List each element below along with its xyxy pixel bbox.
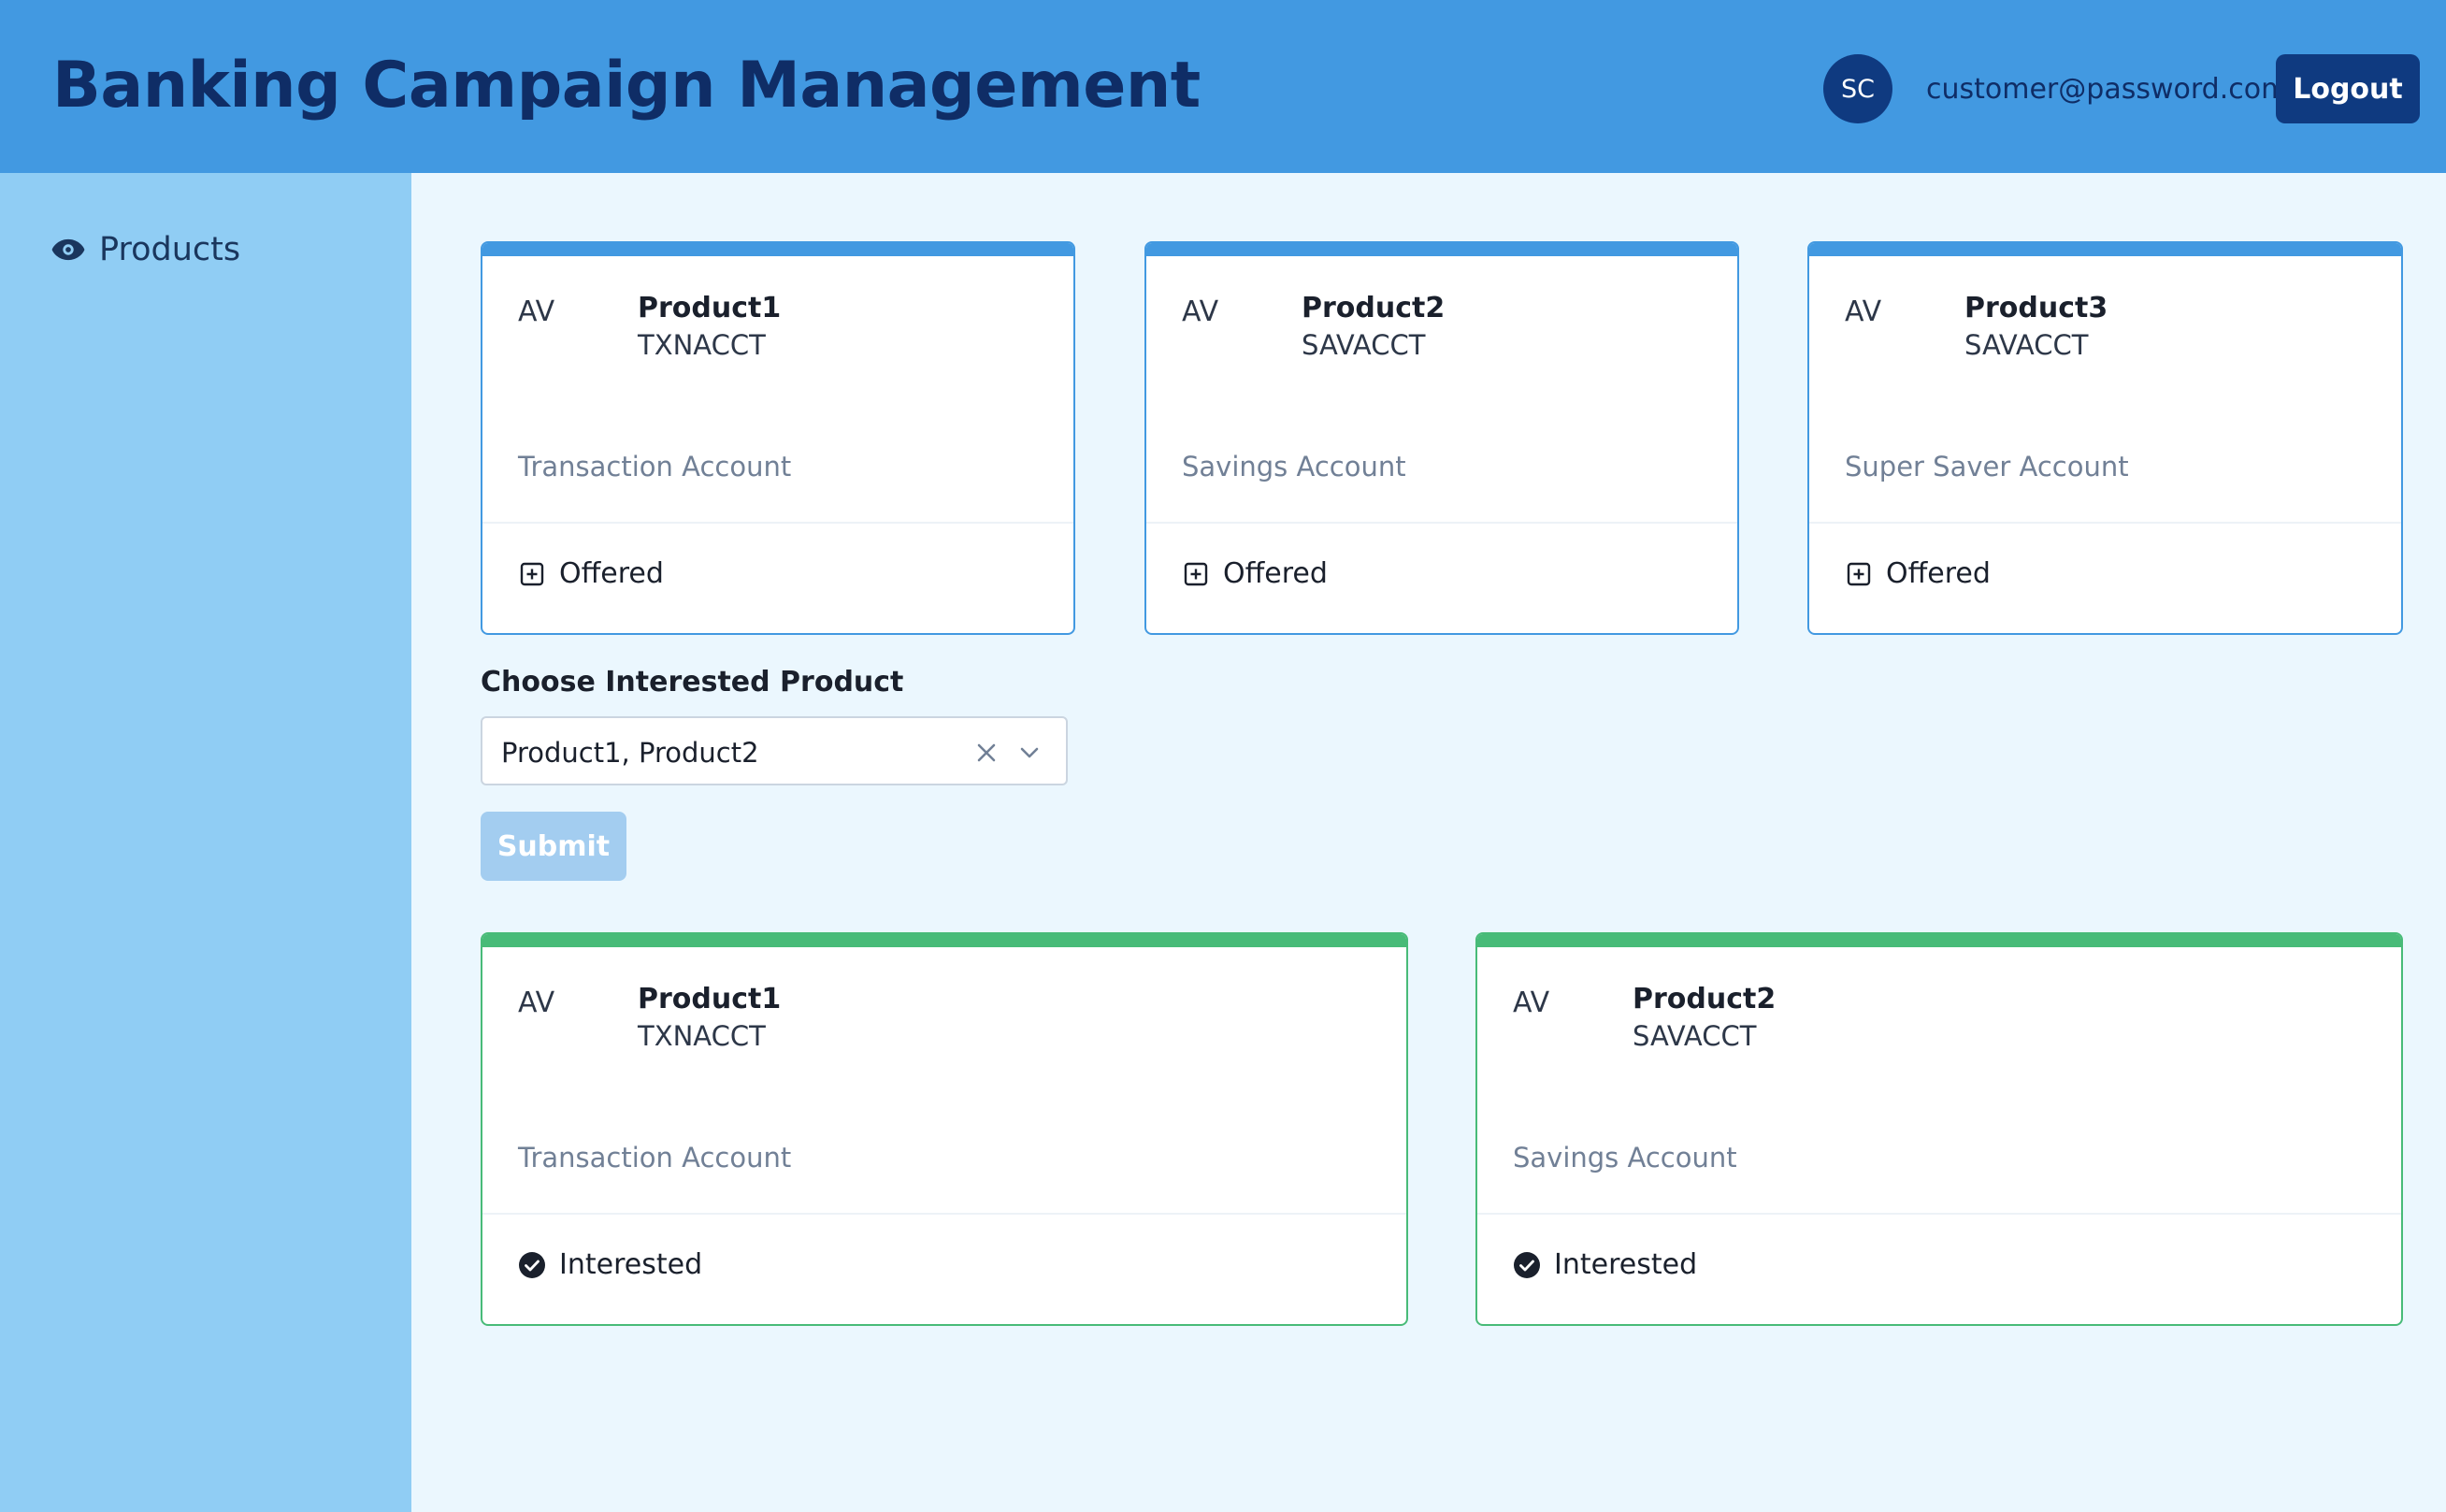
card-divider <box>1477 1213 2401 1215</box>
product-avatar: AV <box>1845 295 1882 328</box>
plus-square-icon <box>1182 560 1210 588</box>
product-code: SAVACCT <box>1302 329 1426 361</box>
card-accent-bar <box>482 934 1406 947</box>
app-header: Banking Campaign Management SC customer@… <box>0 0 2446 173</box>
card-divider <box>1809 522 2401 524</box>
product-code: TXNACCT <box>638 1020 766 1052</box>
product-card-offered: AV Product1 TXNACCT Transaction Account … <box>481 241 1075 635</box>
product-status[interactable]: Offered <box>1845 557 1991 590</box>
select-value: Product1, Product2 <box>501 737 759 769</box>
status-label: Interested <box>559 1248 703 1281</box>
product-code: SAVACCT <box>1633 1020 1757 1052</box>
product-card-offered: AV Product3 SAVACCT Super Saver Account … <box>1807 241 2403 635</box>
sidebar-item-label: Products <box>99 231 241 268</box>
card-accent-bar <box>1477 934 2401 947</box>
avatar[interactable]: SC <box>1823 54 1892 123</box>
product-avatar: AV <box>1513 986 1550 1019</box>
product-card-interested: AV Product1 TXNACCT Transaction Account … <box>481 932 1408 1326</box>
sidebar-item-products[interactable]: Products <box>50 231 240 268</box>
card-accent-bar <box>1809 243 2401 256</box>
product-status[interactable]: Offered <box>1182 557 1328 590</box>
app-title: Banking Campaign Management <box>52 49 1201 122</box>
product-description: Savings Account <box>1182 451 1406 482</box>
product-name: Product1 <box>638 292 782 324</box>
product-name: Product2 <box>1633 983 1777 1015</box>
card-accent-bar <box>482 243 1073 256</box>
card-divider <box>482 522 1073 524</box>
status-label: Interested <box>1554 1248 1698 1281</box>
card-accent-bar <box>1146 243 1737 256</box>
product-status[interactable]: Interested <box>1513 1248 1697 1281</box>
interested-product-select[interactable]: Product1, Product2 <box>481 716 1068 785</box>
card-divider <box>1146 522 1737 524</box>
product-description: Transaction Account <box>518 1142 792 1174</box>
plus-square-icon <box>518 560 546 588</box>
plus-square-icon <box>1845 560 1873 588</box>
product-code: SAVACCT <box>1964 329 2089 361</box>
product-status[interactable]: Interested <box>518 1248 702 1281</box>
product-name: Product1 <box>638 983 782 1015</box>
status-label: Offered <box>559 557 664 590</box>
product-code: TXNACCT <box>638 329 766 361</box>
interested-product-label: Choose Interested Product <box>481 666 904 698</box>
check-circle-icon <box>518 1251 546 1279</box>
submit-button[interactable]: Submit <box>481 812 626 881</box>
user-email: customer@password.com <box>1926 73 2289 106</box>
status-label: Offered <box>1886 557 1991 590</box>
clear-icon[interactable] <box>971 737 1002 769</box>
eye-icon <box>50 232 86 267</box>
product-description: Super Saver Account <box>1845 451 2129 482</box>
product-status[interactable]: Offered <box>518 557 664 590</box>
product-avatar: AV <box>518 295 555 328</box>
product-card-interested: AV Product2 SAVACCT Savings Account Inte… <box>1475 932 2403 1326</box>
product-description: Transaction Account <box>518 451 792 482</box>
check-circle-icon <box>1513 1251 1541 1279</box>
product-name: Product2 <box>1302 292 1446 324</box>
sidebar: Products <box>0 173 411 1512</box>
card-divider <box>482 1213 1406 1215</box>
logout-button[interactable]: Logout <box>2276 54 2420 123</box>
status-label: Offered <box>1223 557 1328 590</box>
product-card-offered: AV Product2 SAVACCT Savings Account Offe… <box>1144 241 1739 635</box>
product-avatar: AV <box>1182 295 1219 328</box>
product-avatar: AV <box>518 986 555 1019</box>
product-description: Savings Account <box>1513 1142 1737 1174</box>
product-name: Product3 <box>1964 292 2108 324</box>
chevron-down-icon[interactable] <box>1014 737 1045 769</box>
